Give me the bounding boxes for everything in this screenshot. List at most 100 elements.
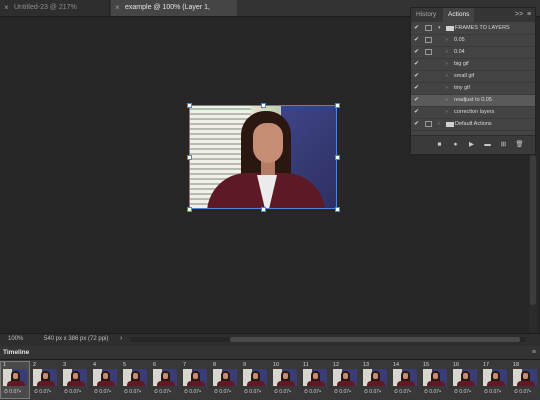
dialog-toggle-icon[interactable] <box>425 25 432 31</box>
frame-thumbnail[interactable] <box>303 369 327 386</box>
frame-delay[interactable]: ⏱ 0.07▾ <box>154 389 171 395</box>
frame-delay[interactable]: ⏱ 0.07▾ <box>184 389 201 395</box>
transform-handle-bottom-left[interactable] <box>187 207 192 212</box>
frame-thumbnail[interactable] <box>93 369 117 386</box>
timeline-frame[interactable]: 8 ⏱ 0.07▾ <box>211 362 239 398</box>
action-set-row[interactable]: ✔ ▾ FRAMES TO LAYERS <box>411 23 535 35</box>
stop-icon[interactable]: ■ <box>435 140 444 149</box>
frame-thumbnail[interactable] <box>273 369 297 386</box>
frame-thumbnail[interactable] <box>153 369 177 386</box>
frame-delay[interactable]: ⏱ 0.07▾ <box>364 389 381 395</box>
checkmark-icon[interactable]: ✔ <box>414 47 422 58</box>
checkmark-icon[interactable]: ✔ <box>414 119 422 130</box>
chevron-right-icon[interactable]: › <box>446 47 448 58</box>
transform-handle-bottom[interactable] <box>261 207 266 212</box>
dialog-toggle-icon[interactable] <box>425 121 432 127</box>
vertical-scrollbar[interactable] <box>529 155 537 333</box>
frame-delay[interactable]: ⏱ 0.07▾ <box>244 389 261 395</box>
frame-delay[interactable]: ⏱ 0.07▾ <box>424 389 441 395</box>
frame-thumbnail[interactable] <box>183 369 207 386</box>
frame-delay[interactable]: ⏱ 0.07▾ <box>94 389 111 395</box>
transform-handle-right[interactable] <box>335 155 340 160</box>
close-icon[interactable]: × <box>4 0 9 16</box>
frame-delay[interactable]: ⏱ 0.07▾ <box>64 389 81 395</box>
timeline-frame[interactable]: 3 ⏱ 0.07▾ <box>61 362 89 398</box>
action-item[interactable]: ✔ › tiny gif <box>411 83 535 95</box>
timeline-frame[interactable]: 4 ⏱ 0.07▾ <box>91 362 119 398</box>
panel-menu-icon[interactable]: ≡ <box>527 8 531 22</box>
checkmark-icon[interactable]: ✔ <box>414 83 422 94</box>
frame-thumbnail[interactable] <box>423 369 447 386</box>
action-item[interactable]: ✔ › 0.05 <box>411 35 535 47</box>
timeline-frame[interactable]: 16 ⏱ 0.07▾ <box>451 362 479 398</box>
frame-delay[interactable]: ⏱ 0.07▾ <box>394 389 411 395</box>
tab-actions[interactable]: Actions <box>443 8 475 22</box>
close-icon[interactable]: × <box>115 0 120 16</box>
transform-handle-top-left[interactable] <box>187 103 192 108</box>
timeline-frame[interactable]: 9 ⏱ 0.07▾ <box>241 362 269 398</box>
transform-handle-bottom-right[interactable] <box>335 207 340 212</box>
chevron-right-icon[interactable]: › <box>446 95 448 106</box>
new-action-icon[interactable]: ⊞ <box>499 140 508 149</box>
timeline-frame[interactable]: 18 ⏱ 0.07▾ <box>511 362 539 398</box>
transform-handle-top[interactable] <box>261 103 266 108</box>
checkmark-icon[interactable]: ✔ <box>414 107 422 118</box>
frame-delay[interactable]: ⏱ 0.07▾ <box>454 389 471 395</box>
timeline-title[interactable]: Timeline <box>3 346 29 359</box>
transform-bounding-box[interactable] <box>189 105 337 209</box>
frame-thumbnail[interactable] <box>123 369 147 386</box>
action-item[interactable]: ✔ › correction layers <box>411 107 535 119</box>
timeline-frame[interactable]: 13 ⏱ 0.07▾ <box>361 362 389 398</box>
frame-thumbnail[interactable] <box>453 369 477 386</box>
timeline-frame[interactable]: 7 ⏱ 0.07▾ <box>181 362 209 398</box>
frame-delay[interactable]: ⏱ 0.07▾ <box>484 389 501 395</box>
checkmark-icon[interactable]: ✔ <box>414 59 422 70</box>
chevron-right-icon[interactable]: › <box>446 83 448 94</box>
chevron-right-icon[interactable]: › <box>446 35 448 46</box>
frame-thumbnail[interactable] <box>243 369 267 386</box>
frame-thumbnail[interactable] <box>213 369 237 386</box>
timeline-frame[interactable]: 1 ⏱ 0.07▾ <box>0 361 30 399</box>
frame-delay[interactable]: ⏱ 0.07▾ <box>34 389 51 395</box>
tab-example[interactable]: × example @ 100% (Layer 1, RGB/8) <box>111 0 237 27</box>
timeline-frame[interactable]: 14 ⏱ 0.07▾ <box>391 362 419 398</box>
record-icon[interactable]: ● <box>451 140 460 149</box>
timeline-frame[interactable]: 17 ⏱ 0.07▾ <box>481 362 509 398</box>
dialog-toggle-icon[interactable] <box>425 49 432 55</box>
frame-delay[interactable]: ⏱ 0.07▾ <box>274 389 291 395</box>
checkmark-icon[interactable]: ✔ <box>414 71 422 82</box>
frame-thumbnail[interactable] <box>513 369 537 386</box>
frame-delay[interactable]: ⏱ 0.07▾ <box>334 389 351 395</box>
frame-thumbnail[interactable] <box>393 369 417 386</box>
action-item[interactable]: ✔ › big gif <box>411 59 535 71</box>
action-set-row[interactable]: ✔ › Default Actions <box>411 119 535 131</box>
chevron-right-icon[interactable]: › <box>446 71 448 82</box>
tab-untitled-23[interactable]: × Untitled-23 @ 217% (RGB/8) * <box>0 0 110 27</box>
frame-thumbnail[interactable] <box>363 369 387 386</box>
frame-delay[interactable]: ⏱ 0.07▾ <box>124 389 141 395</box>
frame-delay[interactable]: ⏱ 0.07▾ <box>214 389 231 395</box>
timeline-frame[interactable]: 2 ⏱ 0.07▾ <box>31 362 59 398</box>
horizontal-scrollbar[interactable] <box>130 337 526 342</box>
action-item[interactable]: ✔ › small gif <box>411 71 535 83</box>
timeline-frame[interactable]: 10 ⏱ 0.07▾ <box>271 362 299 398</box>
frame-delay[interactable]: ⏱ 0.07▾ <box>304 389 321 395</box>
play-icon[interactable]: ▶ <box>467 140 476 149</box>
chevron-right-icon[interactable]: › <box>438 119 440 130</box>
status-menu-icon[interactable]: › <box>120 335 122 342</box>
frame-thumbnail[interactable] <box>33 369 57 386</box>
timeline-frame[interactable]: 15 ⏱ 0.07▾ <box>421 362 449 398</box>
timeline-frame[interactable]: 5 ⏱ 0.07▾ <box>121 362 149 398</box>
chevron-down-icon[interactable]: ▾ <box>438 23 441 34</box>
panel-menu-icon[interactable]: ≡ <box>532 346 536 359</box>
frame-thumbnail[interactable] <box>483 369 507 386</box>
checkmark-icon[interactable]: ✔ <box>414 95 422 106</box>
checkmark-icon[interactable]: ✔ <box>414 23 422 34</box>
frame-thumbnail[interactable] <box>333 369 357 386</box>
timeline-frame[interactable]: 6 ⏱ 0.07▾ <box>151 362 179 398</box>
action-item[interactable]: ✔ › 0.04 <box>411 47 535 59</box>
transform-handle-left[interactable] <box>187 155 192 160</box>
scroll-thumb[interactable] <box>230 337 520 342</box>
timeline-frame[interactable]: 11 ⏱ 0.07▾ <box>301 362 329 398</box>
dialog-toggle-icon[interactable] <box>425 37 432 43</box>
